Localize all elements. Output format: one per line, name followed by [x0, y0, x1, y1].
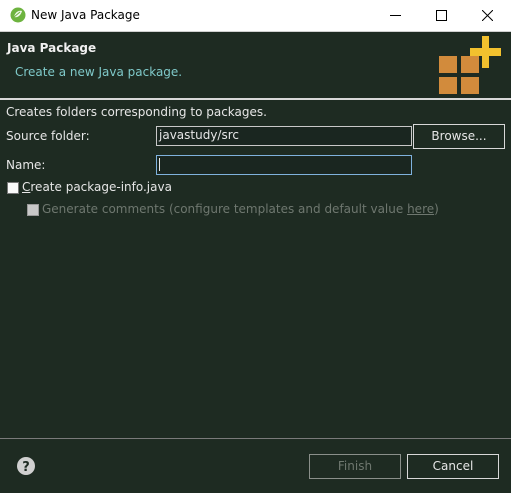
finish-button[interactable]: Finish [309, 454, 401, 479]
close-icon [482, 10, 493, 21]
text-caret [159, 158, 160, 171]
close-button[interactable] [464, 0, 510, 31]
window-title: New Java Package [31, 8, 140, 22]
cancel-button[interactable]: Cancel [407, 454, 499, 479]
wizard-banner: Java Package Create a new Java package. [0, 32, 511, 100]
create-package-info-label[interactable]: Create package-info.java [22, 180, 172, 194]
footer-separator [0, 438, 511, 439]
source-folder-field[interactable]: javastudy/src [156, 126, 412, 146]
banner-title: Java Package [7, 41, 97, 55]
title-bar[interactable]: New Java Package [0, 0, 511, 32]
minimize-button[interactable] [372, 0, 418, 31]
info-text: Creates folders corresponding to package… [6, 105, 267, 119]
svg-text:?: ? [22, 460, 30, 475]
eclipse-spring-icon [10, 7, 26, 23]
configure-templates-link[interactable]: here [407, 202, 434, 216]
source-folder-label: Source folder: [6, 129, 90, 143]
generate-comments-label: Generate comments (configure templates a… [42, 202, 439, 216]
generate-comments-close: ) [434, 202, 439, 216]
name-field[interactable] [156, 155, 412, 175]
create-package-info-checkbox[interactable] [7, 182, 19, 194]
package-wizard-icon [439, 36, 501, 94]
minimize-icon [390, 15, 401, 16]
generate-comments-checkbox[interactable] [27, 204, 39, 216]
generate-comments-text: Generate comments (configure templates a… [42, 202, 408, 216]
maximize-button[interactable] [418, 0, 464, 31]
name-label: Name: [6, 158, 46, 172]
banner-subtitle: Create a new Java package. [15, 65, 183, 79]
source-folder-value: javastudy/src [159, 128, 239, 142]
maximize-icon [436, 10, 447, 21]
help-icon[interactable]: ? [16, 456, 36, 476]
create-package-info-text: reate package-info.java [30, 180, 172, 194]
browse-button[interactable]: Browse... [413, 124, 505, 149]
